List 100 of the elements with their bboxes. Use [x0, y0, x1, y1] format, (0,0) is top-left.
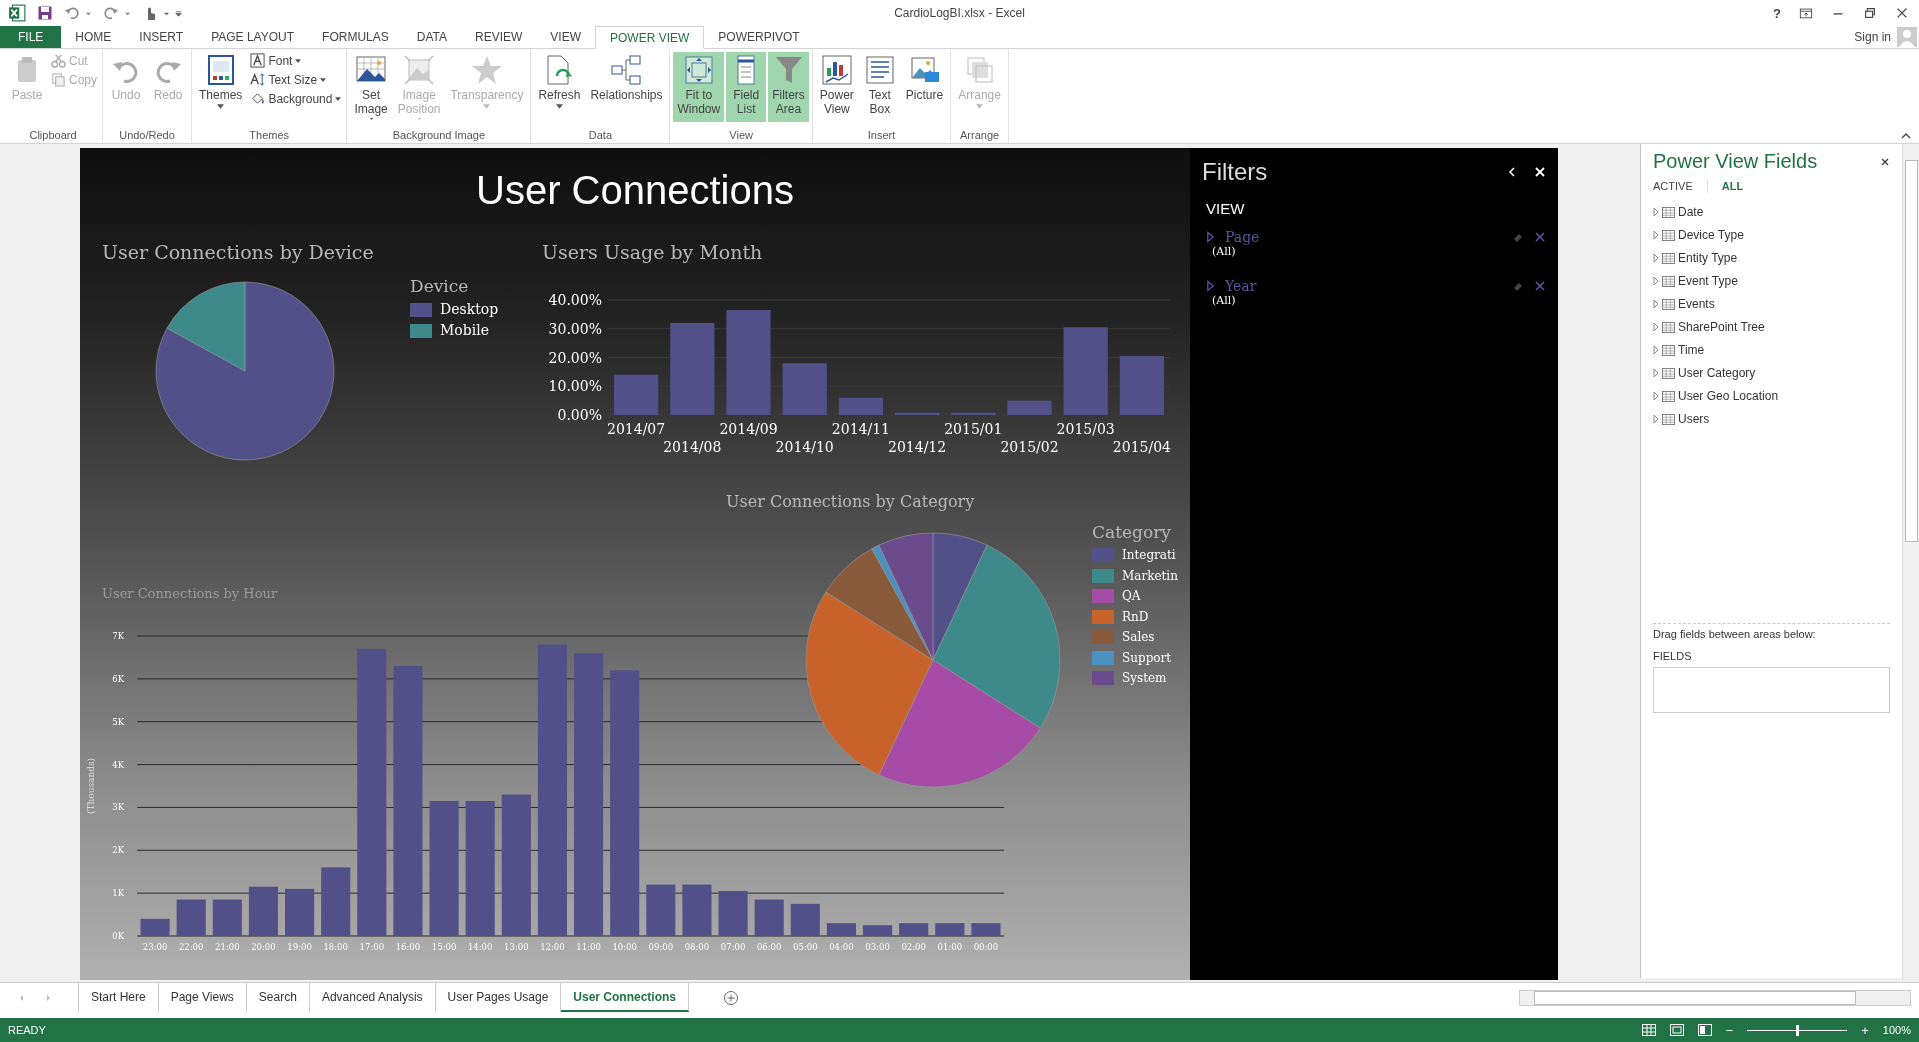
- ribbon-button[interactable]: Relationships: [586, 52, 667, 122]
- ribbon-button[interactable]: Field List: [726, 52, 767, 122]
- zoom-out-button[interactable]: −: [1725, 1022, 1734, 1038]
- bar[interactable]: [826, 923, 856, 936]
- bar[interactable]: [537, 644, 567, 936]
- bar[interactable]: [718, 891, 748, 936]
- zoom-in-button[interactable]: +: [1861, 1022, 1869, 1038]
- sheet-tab[interactable]: Advanced Analysis: [309, 983, 436, 1012]
- delete-icon[interactable]: [1534, 231, 1546, 243]
- expand-icon[interactable]: [1653, 322, 1659, 332]
- page-break-icon[interactable]: [1697, 1024, 1712, 1036]
- ribbon-tab[interactable]: FORMULAS: [308, 26, 403, 48]
- ribbon-tab[interactable]: INSERT: [125, 26, 198, 48]
- field-table-item[interactable]: Events: [1678, 297, 1715, 311]
- bar[interactable]: [285, 888, 315, 936]
- ribbon-button[interactable]: Power View: [815, 52, 858, 122]
- pie-slice[interactable]: [155, 281, 335, 461]
- bar[interactable]: [212, 899, 242, 936]
- ribbon-button[interactable]: Picture: [901, 52, 948, 122]
- vertical-scrollbar[interactable]: [1902, 144, 1919, 982]
- close-icon[interactable]: [1880, 156, 1890, 167]
- ribbon-tab[interactable]: DATA: [402, 26, 461, 48]
- ribbon-tab[interactable]: VIEW: [536, 26, 595, 48]
- ribbon-button[interactable]: Refresh: [534, 52, 585, 122]
- scroll-left-icon[interactable]: [18, 993, 26, 1002]
- sign-in-link[interactable]: Sign in: [1854, 30, 1897, 44]
- horizontal-scrollbar[interactable]: [1519, 989, 1911, 1006]
- bar[interactable]: [465, 801, 495, 936]
- bar[interactable]: [176, 899, 206, 936]
- expand-icon[interactable]: [1653, 345, 1659, 355]
- slider-thumb[interactable]: [1795, 1024, 1799, 1036]
- field-table-item[interactable]: SharePoint Tree: [1678, 320, 1765, 334]
- normal-view-icon[interactable]: [1641, 1024, 1656, 1036]
- bar[interactable]: [321, 867, 351, 936]
- bar[interactable]: [790, 903, 820, 936]
- sheet-tab[interactable]: Search: [246, 983, 310, 1012]
- bar[interactable]: [357, 648, 387, 936]
- ribbon-button[interactable]: Filters Area: [768, 52, 809, 122]
- collapse-ribbon-icon[interactable]: [1901, 133, 1911, 139]
- ribbon-tab[interactable]: REVIEW: [461, 26, 537, 48]
- collapse-icon[interactable]: [1506, 166, 1518, 178]
- eraser-icon[interactable]: [1512, 231, 1524, 243]
- field-table-item[interactable]: Entity Type: [1678, 251, 1738, 265]
- pane-tab[interactable]: ACTIVE: [1653, 180, 1693, 192]
- ribbon-button[interactable]: Themes: [195, 52, 247, 122]
- sheet-tab[interactable]: User Connections: [561, 983, 689, 1012]
- expand-icon[interactable]: [1653, 207, 1659, 217]
- bar[interactable]: [899, 923, 929, 936]
- expand-icon[interactable]: [1653, 414, 1659, 424]
- field-table-item[interactable]: Date: [1678, 205, 1704, 219]
- expand-icon[interactable]: [1653, 391, 1659, 401]
- bar[interactable]: [1119, 356, 1164, 415]
- bar[interactable]: [935, 923, 965, 936]
- field-table-item[interactable]: Users: [1678, 412, 1710, 426]
- field-table-item[interactable]: Time: [1678, 343, 1705, 357]
- help-button[interactable]: ?: [1773, 5, 1781, 21]
- field-table-item[interactable]: User Category: [1678, 366, 1756, 380]
- ribbon-button[interactable]: Background: [248, 90, 344, 107]
- field-table-item[interactable]: User Geo Location: [1678, 389, 1779, 403]
- undo-icon[interactable]: [64, 5, 80, 21]
- expand-icon[interactable]: [1206, 280, 1215, 292]
- save-icon[interactable]: [37, 5, 53, 21]
- restore-icon[interactable]: [1863, 6, 1877, 20]
- bar[interactable]: [610, 670, 640, 936]
- delete-icon[interactable]: [1534, 280, 1546, 292]
- bar[interactable]: [838, 397, 883, 415]
- bar[interactable]: [574, 653, 604, 936]
- page-layout-icon[interactable]: [1669, 1024, 1684, 1036]
- expand-icon[interactable]: [1653, 368, 1659, 378]
- bar[interactable]: [754, 899, 784, 936]
- bar[interactable]: [393, 666, 423, 936]
- expand-icon[interactable]: [1653, 276, 1659, 286]
- ribbon-tab[interactable]: PAGE LAYOUT: [197, 26, 309, 48]
- pie-slice[interactable]: [932, 544, 1061, 729]
- bar[interactable]: [646, 884, 676, 936]
- bar[interactable]: [614, 374, 659, 415]
- user-avatar-icon[interactable]: [1897, 27, 1917, 47]
- expand-icon[interactable]: [1653, 299, 1659, 309]
- fields-drop-area[interactable]: [1653, 667, 1890, 713]
- field-table-item[interactable]: Event Type: [1678, 274, 1738, 288]
- eraser-icon[interactable]: [1512, 280, 1524, 292]
- bar[interactable]: [782, 363, 827, 415]
- bar[interactable]: [863, 925, 893, 936]
- bar[interactable]: [248, 886, 278, 936]
- ribbon-tab[interactable]: HOME: [61, 26, 126, 48]
- bar[interactable]: [140, 918, 170, 936]
- bar[interactable]: [971, 923, 1001, 936]
- pie-slice[interactable]: [805, 591, 934, 776]
- pane-tab[interactable]: ALL: [1721, 180, 1744, 192]
- field-table-item[interactable]: Device Type: [1678, 228, 1744, 242]
- sheet-tab[interactable]: Start Here: [79, 983, 159, 1012]
- pie-slice[interactable]: [166, 281, 246, 372]
- ribbon-button[interactable]: Font: [248, 52, 344, 69]
- bar[interactable]: [501, 794, 531, 936]
- bar[interactable]: [951, 412, 996, 415]
- bar[interactable]: [670, 323, 715, 415]
- ribbon-button[interactable]: Fit to Window: [673, 52, 725, 122]
- file-tab[interactable]: FILE: [0, 26, 62, 48]
- add-sheet-icon[interactable]: [723, 989, 739, 1006]
- excel-logo-icon[interactable]: [8, 4, 26, 22]
